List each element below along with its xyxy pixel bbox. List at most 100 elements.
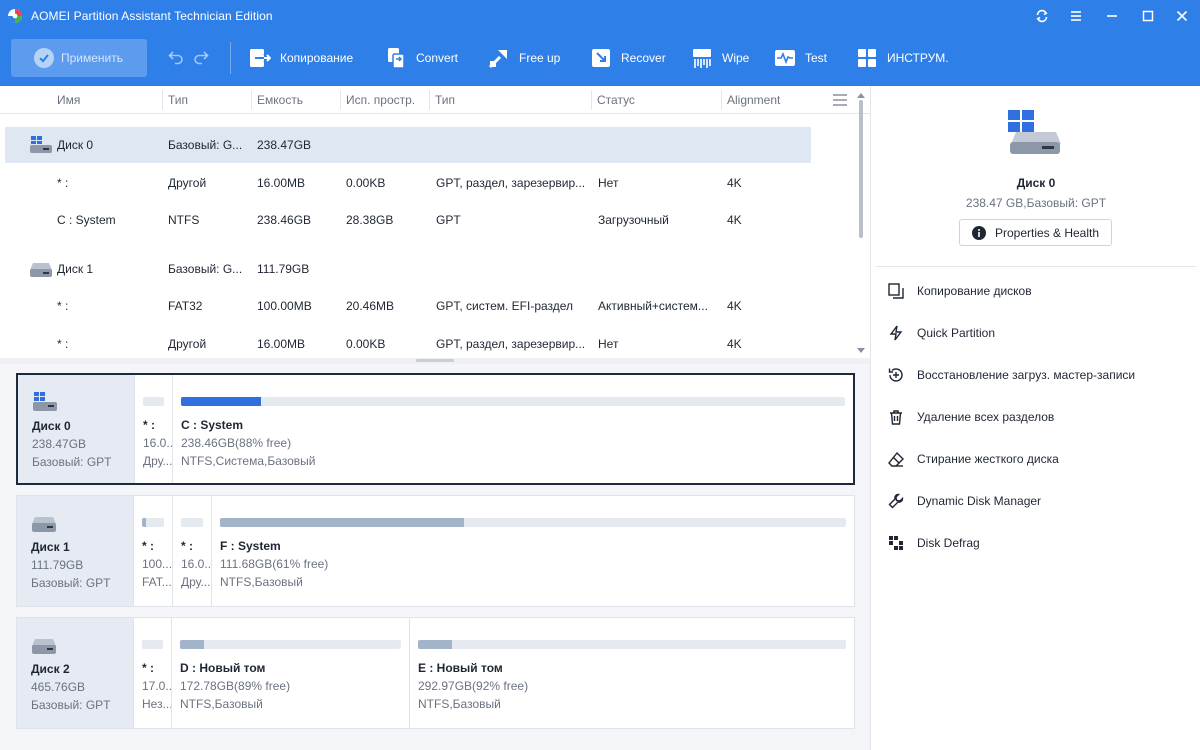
column-separator[interactable] [721,90,722,110]
list-header: Имя Тип Емкость Исп. простр. Тип Статус … [0,86,870,114]
cell-name: * : [57,299,69,313]
column-menu-icon[interactable] [832,93,848,107]
splitter-handle[interactable] [416,359,454,362]
op-rebuild-mbr[interactable]: Восстановление загруз. мастер-записи [887,363,1135,387]
table-row[interactable]: * : FAT32 100.00MB 20.46MB GPT, систем. … [5,288,811,324]
table-row[interactable]: C : System NTFS 238.46GB 28.38GB GPT Заг… [5,202,811,238]
partition-block[interactable]: * : 16.0... Дру... [172,496,211,606]
refresh-button[interactable] [1028,4,1056,28]
partition-block-e[interactable]: E : Новый том 292.97GB(92% free) NTFS,Ба… [409,618,854,728]
defrag-icon [887,534,905,552]
disk-card-0[interactable]: Диск 0 238.47GB Базовый: GPT * : 16.0...… [16,373,855,485]
window-title: AOMEI Partition Assistant Technician Edi… [31,9,273,23]
op-disk-copy[interactable]: Копирование дисков [887,279,1032,303]
column-type[interactable]: Тип [168,93,188,107]
table-row-disk-1[interactable]: Диск 1 Базовый: G... 111.79GB [5,251,811,287]
list-scrollbar[interactable] [857,93,865,358]
disk-size: 111.79GB [31,558,84,572]
op-quick-partition[interactable]: Quick Partition [887,321,995,345]
trash-icon [887,408,905,426]
undo-icon[interactable] [167,48,185,66]
toolbar-recover-button[interactable]: Recover [589,44,666,72]
disk-card-1[interactable]: Диск 1 111.79GB Базовый: GPT * : 100... … [16,495,855,607]
disk-summary[interactable]: Диск 2 465.76GB Базовый: GPT [17,618,133,728]
apply-button[interactable]: Применить [11,39,147,77]
column-alignment[interactable]: Alignment [727,93,780,107]
close-icon [1176,10,1188,22]
disk-card-2[interactable]: Диск 2 465.76GB Базовый: GPT * : 17.0...… [16,617,855,729]
column-separator[interactable] [340,90,341,110]
convert-icon [384,46,408,70]
table-row[interactable]: * : Другой 16.00MB 0.00KB GPT, раздел, з… [5,165,811,201]
partition-name: F : System [220,539,281,553]
menu-button[interactable] [1062,4,1090,28]
maximize-icon [1142,10,1154,22]
top-bar: AOMEI Partition Assistant Technician Edi… [0,0,1200,86]
properties-health-button[interactable]: Properties & Health [959,219,1112,246]
maximize-button[interactable] [1134,4,1162,28]
partition-block[interactable]: * : 16.0... Дру... [134,375,172,483]
usage-bar [180,640,401,649]
op-dynamic-disk-manager[interactable]: Dynamic Disk Manager [887,489,1041,513]
partition-size: 16.0... [143,436,172,450]
close-button[interactable] [1168,4,1196,28]
cell-status: Нет [598,337,619,351]
partition-fs: NTFS,Базовый [220,575,303,589]
toolbar-test-button[interactable]: Test [773,44,827,72]
op-disk-defrag[interactable]: Disk Defrag [887,531,980,555]
partition-size: 238.46GB(88% free) [181,436,292,450]
op-wipe-hard-drive[interactable]: Стирание жесткого диска [887,447,1059,471]
toolbar-wipe-button[interactable]: Wipe [690,44,749,72]
disk-summary[interactable]: Диск 1 111.79GB Базовый: GPT [17,496,133,606]
recover-icon [589,46,613,70]
column-partition-type[interactable]: Тип [435,93,455,107]
apply-label: Применить [61,51,124,65]
usage-fill [418,640,453,649]
table-row-disk-0[interactable]: Диск 0 Базовый: G... 238.47GB [5,127,811,163]
column-capacity[interactable]: Емкость [257,93,303,107]
disk-type: Базовый: GPT [31,698,111,712]
toolbar-convert-button[interactable]: Convert [384,44,458,72]
usage-bar [418,640,846,649]
cell-type: Другой [168,337,207,351]
hard-disk-icon [32,517,56,532]
toolbar-copy-button[interactable]: Копирование [248,44,353,72]
toolbar-tools-button[interactable]: ИНСТРУМ. [855,44,949,72]
column-separator[interactable] [429,90,430,110]
cell-name: * : [57,176,69,190]
lightning-icon [887,324,905,342]
cell-partition-type: GPT [436,213,461,227]
usage-fill [180,640,205,649]
cell-name: Диск 0 [57,138,94,152]
partition-block[interactable]: * : 100... FAT... [133,496,172,606]
minimize-button[interactable] [1098,4,1126,28]
eraser-icon [887,450,905,468]
scrollbar-thumb[interactable] [859,100,863,238]
column-used[interactable]: Исп. простр. [346,93,415,107]
op-delete-all-partitions[interactable]: Удаление всех разделов [887,405,1054,429]
usage-fill [220,518,465,527]
rebuild-mbr-icon [887,366,905,384]
partition-block[interactable]: * : 17.0... Нез... [133,618,171,728]
cell-used: 20.46MB [346,299,395,313]
toolbar-separator [230,42,231,74]
title-bar: AOMEI Partition Assistant Technician Edi… [0,0,1200,32]
column-separator[interactable] [162,90,163,110]
column-name[interactable]: Имя [57,93,80,107]
column-separator[interactable] [251,90,252,110]
partition-block-f[interactable]: F : System 111.68GB(61% free) NTFS,Базов… [211,496,854,606]
cell-status: Активный+систем... [598,299,708,313]
table-row[interactable]: * : Другой 16.00MB 0.00KB GPT, раздел, з… [5,326,811,358]
partition-block-c[interactable]: C : System 238.46GB(88% free) NTFS,Систе… [172,375,853,483]
column-separator[interactable] [591,90,592,110]
scroll-down-icon[interactable] [857,348,865,354]
redo-icon[interactable] [192,48,210,66]
partition-fs: FAT... [142,575,172,589]
info-icon [971,225,986,240]
toolbar-free-up-button[interactable]: Free up [487,44,560,72]
partition-block-d[interactable]: D : Новый том 172.78GB(89% free) NTFS,Ба… [171,618,409,728]
scroll-up-icon[interactable] [857,92,865,98]
column-status[interactable]: Статус [597,93,635,107]
windows-disk-icon [30,136,52,153]
disk-summary[interactable]: Диск 0 238.47GB Базовый: GPT [18,375,134,483]
